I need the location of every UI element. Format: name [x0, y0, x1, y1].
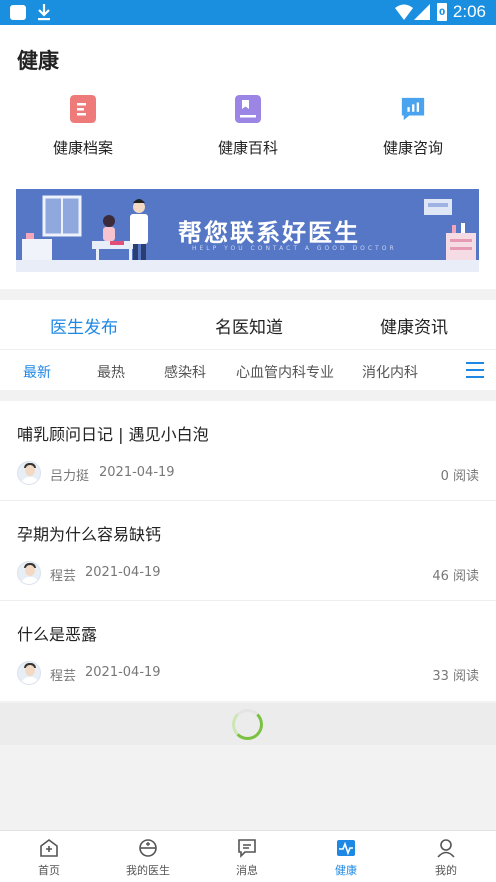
read-count: 0 阅读: [440, 469, 479, 484]
quick-action-label: 健康档案: [52, 139, 113, 157]
subtab-cardiology[interactable]: 心血管内科专业: [236, 362, 334, 382]
menu-icon[interactable]: [466, 362, 484, 378]
status-time: 2:06: [452, 2, 486, 21]
avatar: [17, 561, 41, 585]
promo-banner[interactable]: 帮您联系好医生 HELP YOU CONTACT A GOOD DOCTOR: [16, 189, 479, 272]
wifi-icon: [395, 4, 413, 20]
home-plus-icon: [40, 839, 58, 857]
article-title: 哺乳顾问日记 | 遇见小白泡: [17, 425, 209, 444]
nav-home[interactable]: 首页: [9, 837, 89, 878]
list-item[interactable]: 什么是恶露 程芸 2021-04-19 33 阅读: [0, 601, 496, 701]
subtab-hottest[interactable]: 最热: [97, 362, 125, 382]
tab-famous-doctors[interactable]: 名医知道: [215, 313, 283, 338]
subtab-latest[interactable]: 最新: [23, 362, 51, 382]
loading-spinner-icon: [232, 709, 263, 740]
page-title: 健康: [17, 49, 59, 73]
health-pulse-icon: [337, 840, 355, 856]
nav-my-doctor[interactable]: 我的医生: [108, 837, 188, 878]
article-title: 孕期为什么容易缺钙: [17, 525, 162, 544]
loading-bar: [0, 703, 496, 745]
battery-icon: 0: [437, 3, 447, 21]
nav-label: 首页: [38, 864, 60, 877]
banner-subtitle: HELP YOU CONTACT A GOOD DOCTOR: [192, 245, 397, 252]
nav-messages[interactable]: 消息: [207, 837, 287, 878]
read-count: 33 阅读: [432, 669, 479, 684]
avatar: [17, 661, 41, 685]
nav-label: 健康: [335, 864, 357, 877]
author-name: 程芸: [50, 669, 77, 684]
article-date: 2021-04-19: [85, 665, 161, 680]
health-header-section: 健康 健康档案 健康百科 健康咨询 帮您联系好医生 HELP YOU CONTA…: [0, 25, 496, 289]
signal-icon: [414, 4, 430, 20]
quick-action-label: 健康百科: [217, 139, 278, 157]
nav-label: 消息: [236, 864, 258, 877]
nav-profile[interactable]: 我的: [406, 837, 486, 878]
list-item[interactable]: 孕期为什么容易缺钙 程芸 2021-04-19 46 阅读: [0, 501, 496, 601]
category-tabs: 最新 最热 感染科 心血管内科专业 消化内科: [0, 350, 496, 390]
doctor-icon: [139, 839, 157, 857]
tab-doctor-posts[interactable]: 医生发布: [50, 313, 118, 338]
list-item[interactable]: 哺乳顾问日记 | 遇见小白泡 吕力挺 2021-04-19 0 阅读: [0, 401, 496, 501]
notification-app-icon: [10, 5, 26, 20]
message-icon: [238, 839, 256, 858]
content-tabs: 医生发布 名医知道 健康资讯: [0, 300, 496, 350]
health-record-icon: [70, 95, 96, 123]
avatar: [17, 461, 41, 485]
article-title: 什么是恶露: [17, 625, 98, 644]
author-name: 程芸: [50, 569, 77, 584]
health-encyclopedia-icon: [235, 95, 261, 123]
quick-action-health-consult[interactable]: 健康咨询: [353, 95, 473, 158]
article-date: 2021-04-19: [85, 565, 161, 580]
nav-label: 我的医生: [126, 864, 170, 877]
article-list: 哺乳顾问日记 | 遇见小白泡 吕力挺 2021-04-19 0 阅读 孕期为什么…: [0, 401, 496, 701]
download-icon: [38, 4, 50, 21]
health-consult-icon: [401, 97, 425, 121]
subtab-infectious[interactable]: 感染科: [164, 362, 206, 382]
subtab-gastroenterology[interactable]: 消化内科: [362, 362, 418, 382]
read-count: 46 阅读: [432, 569, 479, 584]
bottom-navigation: 首页 我的医生 消息 健康 我的: [0, 830, 496, 882]
quick-action-health-record[interactable]: 健康档案: [23, 95, 143, 158]
tab-health-news[interactable]: 健康资讯: [380, 313, 448, 338]
article-date: 2021-04-19: [99, 465, 175, 480]
quick-action-label: 健康咨询: [382, 139, 443, 157]
nav-health[interactable]: 健康: [306, 837, 386, 878]
nav-label: 我的: [435, 864, 457, 877]
author-name: 吕力挺: [50, 469, 90, 484]
quick-action-health-encyclopedia[interactable]: 健康百科: [188, 95, 308, 158]
banner-title: 帮您联系好医生: [178, 219, 360, 247]
status-bar: 0 2:06: [0, 0, 496, 25]
profile-icon: [437, 839, 455, 858]
